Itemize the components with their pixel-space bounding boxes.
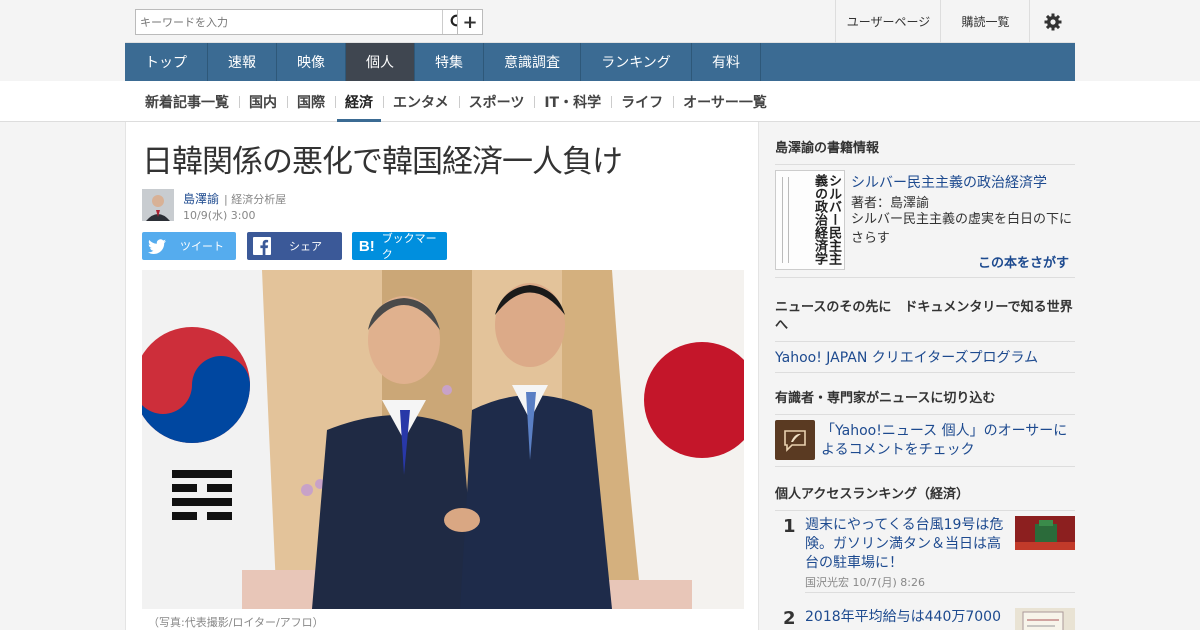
ranking-title[interactable]: 2018年平均給与は440万7000 xyxy=(805,608,1005,627)
top-bar: + ユーザーページ 購読一覧 xyxy=(125,0,1075,43)
hatena-bookmark-label: ブックマーク xyxy=(381,232,437,261)
nav-top[interactable]: トップ xyxy=(125,43,208,81)
expert-comment-link[interactable]: 「Yahoo!ニュース 個人」のオーサーによるコメントをチェック xyxy=(821,422,1075,460)
expert-section-title: 有識者・専門家がニュースに切り込む xyxy=(775,390,1075,415)
nav-individual[interactable]: 個人 xyxy=(346,43,415,81)
find-book-link[interactable]: この本をさがす xyxy=(978,252,1069,271)
settings-button[interactable] xyxy=(1029,0,1075,43)
nav-breaking[interactable]: 速報 xyxy=(208,43,277,81)
documentary-section-title: ニュースのその先に ドキュメンタリーで知る世界へ xyxy=(775,299,1075,342)
facebook-icon xyxy=(247,237,277,255)
nav-video[interactable]: 映像 xyxy=(277,43,346,81)
category-authors[interactable]: オーサー一覧 xyxy=(673,81,777,122)
ranking-section: 個人アクセスランキング（経済） 1 週末にやってくる台風19号は危険。ガソリン満… xyxy=(775,486,1075,630)
search-box xyxy=(135,9,473,35)
nav-paid[interactable]: 有料 xyxy=(692,43,761,81)
tweet-label: ツイート xyxy=(180,240,224,253)
nav-features[interactable]: 特集 xyxy=(415,43,484,81)
category-latest[interactable]: 新着記事一覧 xyxy=(135,81,239,122)
article: 日韓関係の悪化で韓国経済一人負け 島澤諭 | 経済分析屋 10/9(水) 3:0… xyxy=(125,122,759,630)
hatena-icon: B! xyxy=(358,237,375,255)
expert-section: 有識者・専門家がニュースに切り込む 「Yahoo!ニュース 個人」のオーサーによ… xyxy=(775,390,1075,467)
category-sports[interactable]: スポーツ xyxy=(458,81,535,122)
book-title-link[interactable]: シルバー民主主義の政治経済学 xyxy=(851,172,1075,192)
book-author: 著者：島澤諭 xyxy=(851,196,930,211)
tweet-button[interactable]: ツイート xyxy=(142,232,236,260)
comment-icon[interactable] xyxy=(775,420,815,460)
article-date: 10/9(水) 3:00 xyxy=(183,209,256,222)
facebook-share-label: シェア xyxy=(289,240,322,253)
article-title: 日韓関係の悪化で韓国経済一人負け xyxy=(142,144,623,180)
ranking-section-title: 個人アクセスランキング（経済） xyxy=(775,486,1075,511)
category-international[interactable]: 国際 xyxy=(287,81,335,122)
ranking-meta: 国沢光宏 10/7(月) 8:26 xyxy=(805,576,925,589)
photo-caption: （写真:代表撮影/ロイター/アフロ） xyxy=(148,616,324,629)
nav-survey[interactable]: 意識調査 xyxy=(484,43,581,81)
twitter-icon xyxy=(142,238,172,254)
category-domestic[interactable]: 国内 xyxy=(239,81,287,122)
ranking-item[interactable]: 2 2018年平均給与は440万7000 xyxy=(775,608,1075,630)
creators-program-link[interactable]: Yahoo! JAPAN クリエイターズプログラム xyxy=(775,342,1075,373)
search-input[interactable] xyxy=(136,10,416,34)
gear-icon xyxy=(1044,13,1061,30)
add-button[interactable]: + xyxy=(457,9,483,35)
nav-ranking[interactable]: ランキング xyxy=(581,43,692,81)
subscriptions-link[interactable]: 購読一覧 xyxy=(940,0,1030,43)
documentary-section: ニュースのその先に ドキュメンタリーで知る世界へ Yahoo! JAPAN クリ… xyxy=(775,299,1075,373)
rank-number: 2 xyxy=(783,608,796,629)
author-avatar[interactable] xyxy=(142,189,174,221)
book-cover[interactable]: シルバー民主主義の政治経済学 xyxy=(775,170,845,270)
user-page-link[interactable]: ユーザーページ xyxy=(835,0,941,43)
facebook-share-button[interactable]: シェア xyxy=(247,232,342,260)
ranking-thumbnail[interactable] xyxy=(1015,516,1075,550)
ranking-title[interactable]: 週末にやってくる台風19号は危険。ガソリン満タン＆当日は高台の駐車場に！ xyxy=(805,516,1005,573)
book-cover-title: シルバー民主主義の政治経済学 xyxy=(812,174,841,265)
hatena-bookmark-button[interactable]: B! ブックマーク xyxy=(352,232,447,261)
plus-icon: + xyxy=(462,11,478,33)
category-it-science[interactable]: IT・科学 xyxy=(534,81,611,122)
author-role: | 経済分析屋 xyxy=(224,193,287,206)
article-photo xyxy=(142,270,744,609)
main-nav: トップ 速報 映像 個人 特集 意識調査 ランキング 有料 xyxy=(125,43,1075,81)
category-economy[interactable]: 経済 xyxy=(335,81,383,122)
ranking-thumbnail[interactable] xyxy=(1015,608,1075,630)
book-description: シルバー民主主義の虚実を白日の下にさらす xyxy=(851,212,1073,246)
category-nav: 新着記事一覧 国内 国際 経済 エンタメ スポーツ IT・科学 ライフ オーサー… xyxy=(0,81,1200,122)
author-name[interactable]: 島澤諭 xyxy=(183,190,219,207)
rank-number: 1 xyxy=(783,516,796,537)
category-entertainment[interactable]: エンタメ xyxy=(383,81,459,122)
book-section-title: 島澤諭の書籍情報 xyxy=(775,140,1075,165)
ranking-item[interactable]: 1 週末にやってくる台風19号は危険。ガソリン満タン＆当日は高台の駐車場に！ 国… xyxy=(775,516,1075,598)
category-life[interactable]: ライフ xyxy=(611,81,673,122)
book-section: 島澤諭の書籍情報 シルバー民主主義の政治経済学 シルバー民主主義の政治経済学 著… xyxy=(775,140,1075,278)
